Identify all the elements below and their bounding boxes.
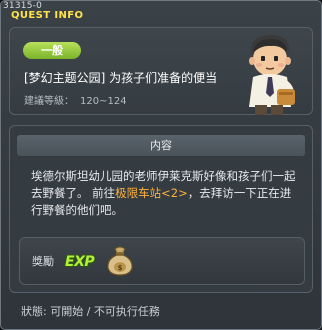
- category-badge: 一般: [23, 42, 81, 59]
- quest-info-window: 31315-0 QUEST INFO 一般 [梦幻主题公园] 为孩子们准备的便当…: [0, 0, 322, 330]
- quest-status: 狀態: 可開始 / 不可执行任務: [21, 305, 160, 318]
- exp-icon[interactable]: EXP: [65, 254, 95, 270]
- window-title: QUEST INFO: [11, 10, 84, 21]
- content-tab: 内容: [17, 135, 305, 156]
- svg-text:$: $: [118, 264, 123, 272]
- npc-portrait-icon: [249, 35, 295, 115]
- quest-description: 埃德尔斯坦幼儿园的老师伊莱克斯好像和孩子们一起去野餐了。 前往极限车站<2>，去…: [31, 168, 301, 219]
- level-label: 建議等級：: [24, 96, 74, 107]
- money-bag-icon[interactable]: $: [103, 243, 137, 277]
- location-link[interactable]: 极限车站<2>: [115, 186, 188, 200]
- reward-label: 獎勵: [32, 255, 54, 268]
- recommended-level: 建議等級： 120~124: [24, 92, 133, 107]
- level-range: 120~124: [80, 96, 127, 107]
- reward-box: [19, 237, 305, 285]
- quest-name: [梦幻主题公园] 为孩子们准备的便当: [24, 71, 218, 85]
